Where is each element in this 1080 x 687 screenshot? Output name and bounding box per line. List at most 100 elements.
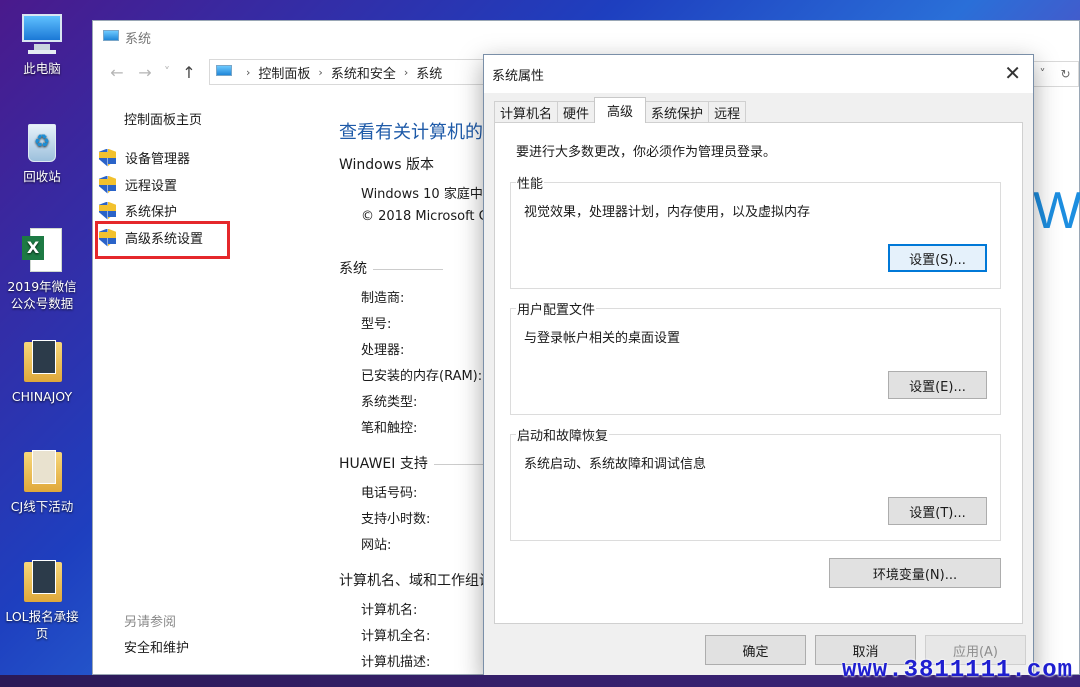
- system-properties-dialog: 系统属性 ✕ 计算机名 硬件 高级 系统保护 远程 要进行大多数更改，你必须作为…: [483, 54, 1034, 676]
- windows-edition-heading: Windows 版本: [339, 154, 434, 174]
- nav-item-label: 系统保护: [125, 205, 178, 220]
- advanced-tab-panel: 要进行大多数更改，你必须作为管理员登录。 性能 视觉效果，处理器计划，内存使用，…: [494, 122, 1023, 624]
- nav-remote-settings[interactable]: 远程设置: [99, 175, 177, 194]
- chevron-down-icon[interactable]: ˅: [1039, 67, 1045, 81]
- desktop-icon-label: CJ线下活动: [10, 499, 74, 514]
- user-profiles-label: 用户配置文件: [516, 299, 597, 318]
- user-profiles-settings-button[interactable]: 设置(E)...: [888, 371, 987, 399]
- performance-description: 视觉效果，处理器计划，内存使用，以及虚拟内存: [524, 205, 811, 220]
- computer-name-heading: 计算机名、域和工作组设: [339, 570, 493, 590]
- system-heading: 系统: [339, 258, 443, 278]
- manufacturer-label: 制造商:: [361, 291, 405, 306]
- website-label: 网站:: [361, 538, 392, 553]
- startup-recovery-settings-button[interactable]: 设置(T)...: [888, 497, 987, 525]
- performance-label: 性能: [516, 173, 545, 192]
- security-maintenance-link[interactable]: 安全和维护: [124, 637, 189, 656]
- uac-shield-icon: [99, 148, 116, 167]
- section-label: 计算机名、域和工作组设: [339, 573, 493, 589]
- desktop-icon-label: 此电脑: [23, 61, 61, 76]
- desktop-icon-label: LOL报名承接页: [5, 609, 79, 641]
- model-label: 型号:: [361, 317, 392, 332]
- breadcrumb-system-security[interactable]: 系统和安全: [331, 63, 396, 82]
- see-also-heading: 另请参阅: [124, 615, 177, 630]
- dialog-title: 系统属性: [492, 68, 545, 84]
- nav-item-label: 设备管理器: [125, 152, 191, 167]
- desktop-icon-cj-offline[interactable]: CJ线下活动: [0, 446, 84, 515]
- uac-shield-icon: [99, 175, 116, 194]
- processor-label: 处理器:: [361, 343, 405, 358]
- system-window-title: 系统: [125, 31, 152, 47]
- breadcrumb-control-panel[interactable]: 控制面板: [258, 63, 310, 82]
- tab-computer-name[interactable]: 计算机名: [494, 101, 559, 123]
- up-button[interactable]: ↑: [175, 63, 203, 82]
- computer-name-label: 计算机名:: [361, 603, 418, 618]
- desktop-icon-label: 2019年微信公众号数据: [7, 279, 77, 311]
- ram-label: 已安装的内存(RAM):: [361, 369, 483, 384]
- desktop-icon-excel-file[interactable]: X 2019年微信公众号数据: [0, 226, 84, 312]
- admin-note: 要进行大多数更改，你必须作为管理员登录。: [516, 145, 777, 160]
- desktop-icon-lol-page[interactable]: LOL报名承接页: [0, 556, 84, 642]
- performance-group: 性能 视觉效果，处理器计划，内存使用，以及虚拟内存 设置(S)...: [510, 173, 1001, 289]
- excel-file-icon: X: [18, 226, 66, 274]
- startup-recovery-description: 系统启动、系统故障和调试信息: [524, 457, 707, 472]
- system-window-titlebar[interactable]: 系统: [93, 21, 1079, 53]
- folder-icon: [18, 336, 66, 384]
- pen-touch-label: 笔和触控:: [361, 421, 418, 436]
- folder-icon: [18, 446, 66, 494]
- left-navigation-pane: 控制面板主页 设备管理器 远程设置 系统保护 高级系统设置 另请参阅 安全和维护: [93, 91, 321, 676]
- section-label: HUAWEI 支持: [339, 456, 428, 472]
- windows-edition-value: Windows 10 家庭中: [361, 187, 483, 202]
- system-icon: [103, 30, 119, 44]
- uac-shield-icon: [99, 201, 116, 220]
- highlight-box: [95, 221, 230, 259]
- nav-item-label: 远程设置: [125, 179, 178, 194]
- section-label: Windows 版本: [339, 157, 434, 173]
- nav-device-manager[interactable]: 设备管理器: [99, 148, 190, 167]
- startup-recovery-group: 启动和故障恢复 系统启动、系统故障和调试信息 设置(T)...: [510, 425, 1001, 541]
- address-dropdown-refresh[interactable]: ˅ ↻: [1031, 61, 1079, 87]
- computer-description-label: 计算机描述:: [361, 655, 431, 670]
- user-profiles-group: 用户配置文件 与登录帐户相关的桌面设置 设置(E)...: [510, 299, 1001, 415]
- desktop-icon-label: 回收站: [23, 169, 61, 184]
- tab-remote[interactable]: 远程: [708, 101, 747, 123]
- full-computer-name-label: 计算机全名:: [361, 629, 431, 644]
- windows-logo-text: W: [1033, 182, 1080, 240]
- performance-settings-button[interactable]: 设置(S)...: [888, 244, 987, 272]
- dialog-tabs: 计算机名 硬件 高级 系统保护 远程: [494, 97, 747, 123]
- huawei-support-heading: HUAWEI 支持: [339, 453, 504, 473]
- tab-advanced[interactable]: 高级: [594, 97, 647, 123]
- breadcrumb-separator-icon: ›: [318, 65, 323, 79]
- computer-icon: [18, 8, 66, 56]
- breadcrumb-separator-icon: ›: [246, 65, 251, 79]
- desktop-icon-label: CHINAJOY: [11, 389, 73, 404]
- desktop-icon-recycle-bin[interactable]: 回收站: [0, 116, 84, 185]
- close-icon[interactable]: ✕: [1004, 62, 1021, 84]
- recent-locations-button[interactable]: ˅: [159, 65, 175, 79]
- watermark-text: www.3811111.com: [842, 657, 1074, 684]
- recycle-bin-icon: [18, 116, 66, 164]
- desktop-icon-this-pc[interactable]: 此电脑: [0, 8, 84, 77]
- user-profiles-description: 与登录帐户相关的桌面设置: [524, 331, 681, 346]
- breadcrumb-separator-icon: ›: [403, 65, 409, 79]
- control-panel-icon: [216, 65, 234, 79]
- system-type-label: 系统类型:: [361, 395, 418, 410]
- tab-system-protection[interactable]: 系统保护: [645, 101, 710, 123]
- copyright-text: © 2018 Microsoft C: [361, 209, 488, 224]
- tab-hardware[interactable]: 硬件: [557, 101, 596, 123]
- nav-system-protection[interactable]: 系统保护: [99, 201, 177, 220]
- dialog-titlebar[interactable]: 系统属性: [484, 55, 1033, 93]
- control-panel-home-link[interactable]: 控制面板主页: [124, 109, 202, 128]
- ok-button[interactable]: 确定: [705, 635, 806, 665]
- refresh-icon[interactable]: ↻: [1060, 67, 1070, 81]
- folder-icon: [18, 556, 66, 604]
- environment-variables-button[interactable]: 环境变量(N)...: [829, 558, 1001, 588]
- section-label: 系统: [339, 261, 367, 277]
- address-box[interactable]: › 控制面板 › 系统和安全 › 系统: [209, 59, 495, 85]
- page-title: 查看有关计算机的基: [339, 122, 501, 143]
- desktop-icon-chinajoy[interactable]: CHINAJOY: [0, 336, 84, 405]
- forward-button[interactable]: →: [131, 63, 159, 82]
- startup-recovery-label: 启动和故障恢复: [516, 425, 610, 444]
- back-button[interactable]: ←: [103, 63, 131, 82]
- support-hours-label: 支持小时数:: [361, 512, 431, 527]
- breadcrumb-system[interactable]: 系统: [416, 63, 442, 82]
